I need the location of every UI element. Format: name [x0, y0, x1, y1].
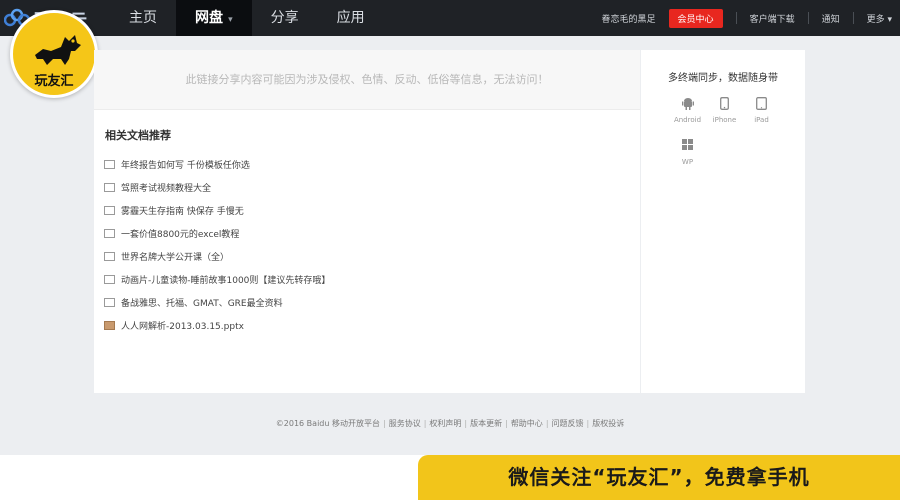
list-item-label: 驾照考试视频教程大全 [121, 184, 212, 194]
top-navigation-bar: 百度云 主页 网盘 ▾ 分享 应用 眷恋毛的黑足 会员中心 客户端下载 通知 更… [0, 0, 900, 36]
related-docs-title: 相关文档推荐 [105, 129, 171, 142]
list-item-label: 动画片-儿童读物-睡前故事1000则【建议先转存哦】 [121, 276, 331, 286]
platform-iphone[interactable]: iPhone [706, 97, 743, 139]
more-label: 更多 [866, 14, 885, 25]
folder-icon [104, 183, 115, 192]
list-item[interactable]: 驾照考试视频教程大全 [104, 176, 330, 199]
nav-share[interactable]: 分享 [252, 0, 318, 36]
list-item-label: 雾霾天生存指南 快保存 手慢无 [121, 207, 244, 217]
pptx-file-icon [104, 321, 115, 330]
divider: | [586, 419, 590, 428]
footer-link[interactable]: 版本更新 [470, 419, 502, 428]
wanyouhui-badge: 玩友汇 [10, 10, 98, 98]
more-menu[interactable]: 更多 ▾ [867, 12, 892, 25]
folder-icon [104, 160, 115, 169]
client-download-link[interactable]: 客户端下载 [750, 12, 795, 25]
divider: | [383, 419, 386, 428]
list-item[interactable]: 年终报告如何写 千份模板任你选 [104, 153, 330, 176]
nav-home[interactable]: 主页 [110, 0, 176, 36]
divider: | [545, 419, 549, 428]
folder-icon [104, 229, 115, 238]
sync-title: 多终端同步，数据随身带 [668, 73, 778, 84]
divider [735, 12, 737, 24]
list-item-label: 人人网解析-2013.03.15.pptx [121, 322, 244, 332]
sync-panel: 多终端同步，数据随身带 Android iPhone iPad WP [641, 50, 805, 393]
list-item[interactable]: 一套价值8800元的excel教程 [104, 222, 330, 245]
related-docs-list: 年终报告如何写 千份模板任你选 驾照考试视频教程大全 雾霾天生存指南 快保存 手… [104, 153, 330, 337]
list-item[interactable]: 世界名牌大学公开课（全） [104, 245, 330, 268]
footer-link[interactable]: 移动开放平台 [332, 419, 380, 428]
footer-link[interactable]: 问题反馈 [552, 419, 584, 428]
divider: | [464, 419, 468, 428]
list-item[interactable]: 备战雅思、托福、GMAT、GRE最全资料 [104, 291, 330, 314]
badge-label: 玩友汇 [34, 74, 74, 89]
footer-link[interactable]: 服务协议 [389, 419, 421, 428]
page-footer: ©2016 Baidu 移动开放平台 | 服务协议 | 权利声明 | 版本更新 | 帮助中心 | 问… [0, 418, 900, 429]
list-item[interactable]: 动画片-儿童读物-睡前故事1000则【建议先转存哦】 [104, 268, 330, 291]
main-content-panel: 此链接分享内容可能因为涉及侵权、色情、反动、低俗等信息，无法访问！ 相关文档推荐… [94, 50, 640, 393]
divider [807, 12, 809, 24]
promo-banner: 微信关注“玩友汇”，免费拿手机 [418, 455, 900, 500]
iphone-icon [706, 97, 743, 113]
platform-label: iPad [754, 116, 769, 124]
footer-link[interactable]: 版权投诉 [592, 419, 624, 428]
platform-wp[interactable]: WP [669, 139, 706, 181]
ipad-icon [743, 97, 780, 113]
vip-center-button[interactable]: 会员中心 [668, 8, 723, 28]
folder-icon [104, 298, 115, 307]
divider [852, 12, 854, 24]
list-item[interactable]: 人人网解析-2013.03.15.pptx [104, 314, 330, 337]
username-link[interactable]: 眷恋毛的黑足 [602, 12, 656, 25]
divider: | [423, 419, 427, 428]
platform-label: WP [681, 158, 694, 166]
platform-label: iPhone [712, 116, 737, 124]
platform-ipad[interactable]: iPad [743, 97, 780, 139]
nav-netdisk[interactable]: 网盘 ▾ [176, 0, 252, 36]
list-item[interactable]: 雾霾天生存指南 快保存 手慢无 [104, 199, 330, 222]
footer-link[interactable]: 帮助中心 [511, 419, 543, 428]
notifications-link[interactable]: 通知 [822, 12, 840, 25]
dog-logo-icon [35, 35, 81, 65]
list-item-label: 备战雅思、托福、GMAT、GRE最全资料 [121, 299, 283, 309]
platform-label: Android [673, 116, 702, 124]
folder-icon [104, 206, 115, 215]
platform-android[interactable]: Android [669, 97, 706, 139]
user-area: 眷恋毛的黑足 会员中心 客户端下载 通知 更多 ▾ [602, 0, 892, 36]
chevron-down-icon: ▾ [225, 15, 233, 25]
nav-netdisk-label: 网盘 [195, 10, 223, 26]
folder-icon [104, 252, 115, 261]
divider: | [505, 419, 508, 428]
footer-link[interactable]: 权利声明 [429, 419, 461, 428]
share-unavailable-notice: 此链接分享内容可能因为涉及侵权、色情、反动、低俗等信息，无法访问！ [94, 50, 640, 110]
android-icon [669, 97, 706, 113]
windows-icon [669, 139, 706, 155]
folder-icon [104, 275, 115, 284]
nav-apps[interactable]: 应用 [318, 0, 384, 36]
list-item-label: 年终报告如何写 千份模板任你选 [121, 161, 250, 171]
list-item-label: 一套价值8800元的excel教程 [121, 230, 240, 240]
main-nav: 主页 网盘 ▾ 分享 应用 [110, 0, 384, 36]
chevron-down-icon: ▾ [884, 14, 892, 25]
copyright: ©2016 Baidu [275, 419, 330, 428]
platform-list: Android iPhone iPad WP [669, 97, 789, 181]
list-item-label: 世界名牌大学公开课（全） [121, 253, 230, 263]
